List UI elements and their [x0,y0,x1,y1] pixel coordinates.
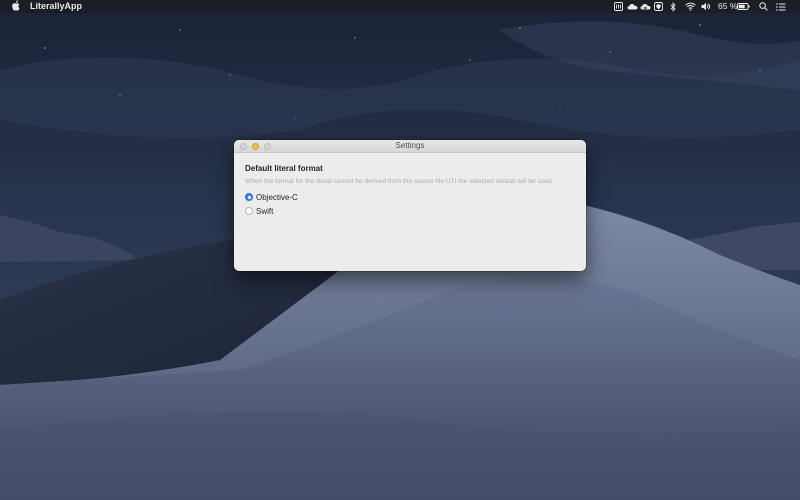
app-menu-name[interactable]: LiterallyApp [30,0,82,13]
app-status-icon[interactable] [613,0,623,13]
notification-center-icon[interactable] [775,0,787,13]
spotlight-search-icon[interactable] [758,0,769,13]
settings-window: Settings Default literal format When the… [234,140,586,271]
section-description: When the format for the literal cannot b… [245,178,554,185]
section-title: Default literal format [245,164,323,173]
radio-option-objective-c[interactable]: Objective-C [245,192,298,202]
bluetooth-icon[interactable] [669,0,677,13]
menu-bar: LiterallyApp 65 % [0,0,800,13]
wifi-icon[interactable] [684,0,696,13]
shield-icon[interactable] [653,0,663,13]
cloud-icon[interactable] [626,0,638,13]
radio-option-swift[interactable]: Swift [245,206,273,216]
window-titlebar[interactable]: Settings [234,140,586,153]
radio-label: Objective-C [256,192,298,202]
apple-menu-icon[interactable] [11,0,21,13]
window-title: Settings [395,141,425,150]
radio-label: Swift [256,206,274,216]
battery-icon[interactable] [736,0,750,13]
volume-icon[interactable] [700,0,711,13]
radio-unselected-icon[interactable] [245,207,253,215]
cloud-sync-icon[interactable] [639,0,651,13]
radio-selected-icon[interactable] [245,193,253,201]
battery-percentage: 65 % [718,1,738,11]
